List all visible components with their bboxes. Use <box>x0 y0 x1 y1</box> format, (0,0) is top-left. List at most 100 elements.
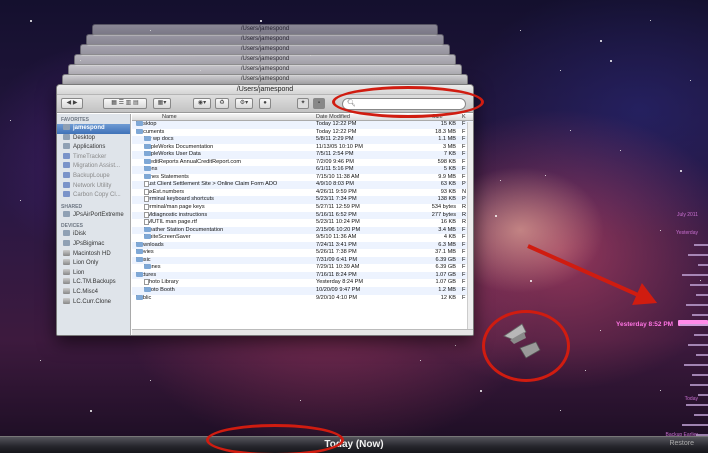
timeline-tick[interactable] <box>696 294 708 296</box>
timeline-tick[interactable] <box>698 264 708 266</box>
file-row[interactable]: AppleWorks User Data 7/5/11 2:54 PM 7 KB F <box>132 151 473 159</box>
column-header-name[interactable]: Name <box>162 114 177 121</box>
sidebar-item-label: Network Utility <box>73 182 112 189</box>
sidebar-item-jpsairportextreme[interactable]: JPsAirPortExtreme <box>57 210 130 221</box>
timeline-tick[interactable] <box>682 274 708 276</box>
column-header-kind[interactable]: K <box>462 114 466 121</box>
sidebar-item-lion[interactable]: Lion <box>57 268 130 279</box>
action-gear-button[interactable]: ⚙▾ <box>235 98 253 109</box>
time-machine-timeline[interactable]: July 2011 Yesterday Yesterday 8:52 PM To… <box>616 200 708 440</box>
file-row[interactable]: Jones Statements 7/15/10 11:38 AM 9.9 MB F <box>132 173 473 182</box>
timeline-tick[interactable] <box>684 364 708 366</box>
timeline-tick[interactable] <box>686 404 708 406</box>
file-row[interactable]: Weather Station Documentation 2/15/06 10:… <box>132 226 473 235</box>
file-size-cell: 3.4 MB <box>438 226 456 233</box>
sidebar-item-backuploupe[interactable]: BackupLoupe <box>57 171 130 182</box>
timeline-label-top[interactable]: July 2011 <box>677 212 698 218</box>
file-row[interactable]: Rust Client Settlement Site > Online Cla… <box>132 181 473 189</box>
sidebar-item-lc-tm-backups[interactable]: LC.TM.Backups <box>57 278 130 288</box>
star <box>600 40 603 43</box>
file-date-cell: 5/27/11 12:59 PM <box>316 204 360 211</box>
sidebar-item-label: iDisk <box>73 231 86 238</box>
file-row[interactable]: iTunes 7/29/11 10:39 AM 6.39 GB F <box>132 264 473 272</box>
timeline-tick[interactable] <box>682 424 708 426</box>
folder-icon <box>144 264 151 270</box>
file-row[interactable]: My wp docs 5/8/11 2:29 PM 1.1 MB F <box>132 136 473 144</box>
horizontal-scrollbar[interactable] <box>132 329 473 335</box>
sidebar-item-jamespond[interactable]: jamespond <box>57 124 130 134</box>
sidebar-item-idisk[interactable]: iDisk <box>57 230 130 240</box>
file-row[interactable]: Icons6/1/11 5:16 PM5 KBF <box>132 166 473 174</box>
folder-action-icon[interactable]: ▪ <box>313 98 325 109</box>
file-row[interactable]: Terminal keyboard shortcuts 5/23/11 7:34 … <box>132 196 473 205</box>
timeline-tick[interactable] <box>680 324 708 326</box>
sidebar-item-jpsbigimac[interactable]: JPsBigimac <box>57 239 130 250</box>
file-row[interactable]: Pictures 7/16/11 8:24 PM 1.07 GB F <box>132 271 473 280</box>
timeline-label-today[interactable]: Today <box>685 396 698 402</box>
timeline-tick[interactable] <box>692 374 708 376</box>
file-row[interactable]: TMdiagnostic instructions 5/16/11 6:52 PM… <box>132 211 473 220</box>
back-forward-button[interactable]: ◀ ▶ <box>61 98 83 109</box>
timeline-tick[interactable] <box>692 314 708 316</box>
file-name-cell: iTunes <box>136 264 316 272</box>
timeline-tick[interactable] <box>690 384 708 386</box>
file-row[interactable]: Public 9/20/10 4:10 PM 12 KB F <box>132 294 473 303</box>
star <box>10 120 12 122</box>
timeline-tick[interactable] <box>688 344 708 346</box>
file-row[interactable]: WhiteScreenSaver 9/5/10 11:36 AM 4 KB F <box>132 234 473 242</box>
trash-button[interactable]: ♻ <box>215 98 229 109</box>
timeline-tick[interactable] <box>696 354 708 356</box>
file-date-cell: 5/23/11 10:24 PM <box>316 219 360 226</box>
file-size-cell: 9.9 MB <box>438 173 456 180</box>
sidebar-item-lc-misc4[interactable]: LC.Misc4 <box>57 287 130 298</box>
file-row[interactable]: TMUTIL man page.rtf 5/23/11 10:24 PM 16 KB… <box>132 219 473 227</box>
share-button[interactable]: ● <box>259 98 271 109</box>
file-row[interactable]: Movies 5/26/11 7:38 PM 37.1 MB F <box>132 249 473 257</box>
sidebar-item-applications[interactable]: Applications <box>57 143 130 153</box>
sidebar-item-lc-curr-clone[interactable]: LC.Curr.Clone <box>57 297 130 308</box>
column-header-date[interactable]: Date Modified <box>316 114 350 121</box>
file-size-cell: 12 KB <box>440 294 456 301</box>
file-row[interactable]: Desktop Today 12:22 PM 15 KB F <box>132 121 473 129</box>
file-size-cell: 138 KB <box>437 196 456 203</box>
app-icon <box>63 171 70 178</box>
file-name: AppleWorks Documentation <box>144 143 214 150</box>
dropbox-icon[interactable]: ✦ <box>297 98 309 109</box>
file-date-cell: 7/31/09 6:41 PM <box>316 256 358 263</box>
file-row[interactable]: TaxEst.numbers 4/26/11 9:59 PM 93 KB N <box>132 188 473 197</box>
sidebar-item-network-utility[interactable]: Network Utility <box>57 181 130 192</box>
timeline-tick[interactable] <box>698 394 708 396</box>
file-row[interactable]: Terminal/man page keys 5/27/11 12:59 PM 53… <box>132 204 473 212</box>
view-mode-buttons[interactable]: ▦ ☰ ▥ ▤ <box>103 98 147 109</box>
file-row[interactable]: iPhoto Library Yesterday 8:24 PM 1.07 GB F <box>132 279 473 287</box>
timeline-tick[interactable] <box>694 414 708 416</box>
file-row[interactable]: Downloads 7/24/11 3:41 PM 6.3 MB F <box>132 241 473 250</box>
timeline-tick[interactable] <box>688 254 708 256</box>
sidebar-item-label: Lion Only <box>73 260 99 267</box>
vertical-scrollbar[interactable] <box>467 122 473 329</box>
file-row[interactable]: Music 7/31/09 6:41 PM 6.39 GB F <box>132 256 473 265</box>
sidebar-item-timetracker[interactable]: TimeTracker <box>57 152 130 163</box>
sidebar-item-migration-assist[interactable]: Migration Assist... <box>57 162 130 172</box>
sidebar-item-carbon-copy-cl[interactable]: Carbon Copy Cl... <box>57 191 130 201</box>
timeline-tick[interactable] <box>694 334 708 336</box>
file-row[interactable]: Photo Booth 10/20/09 9:47 PM 1.2 MB F <box>132 287 473 295</box>
sidebar-item-desktop[interactable]: Desktop <box>57 133 130 144</box>
quick-look-button[interactable]: ◉▾ <box>193 98 211 109</box>
file-row[interactable]: Documents Today 12:22 PM 18.3 MB F <box>132 128 473 137</box>
star <box>620 150 622 152</box>
timeline-label-yesterday[interactable]: Yesterday <box>676 230 698 236</box>
file-name: TMUTIL man page.rtf <box>144 219 197 226</box>
arrange-button[interactable]: ▦▾ <box>153 98 171 109</box>
file-row[interactable]: AppleWorks Documentation 11/13/05 10:10 P… <box>132 143 473 152</box>
sidebar-item-label: BackupLoupe <box>73 172 110 179</box>
sidebar-item-macintosh-hd[interactable]: Macintosh HD <box>57 249 130 260</box>
file-size-cell: 6.3 MB <box>438 241 456 248</box>
sidebar-item-lion-only[interactable]: Lion Only <box>57 259 130 269</box>
timeline-tick[interactable] <box>686 304 708 306</box>
desktop-icon <box>63 133 70 140</box>
timeline-tick[interactable] <box>690 284 708 286</box>
file-row[interactable]: CreditReports AnnualCreditReport.com 7/2/… <box>132 158 473 167</box>
timeline-tick[interactable] <box>694 244 708 246</box>
restore-button[interactable]: Restore <box>669 440 694 447</box>
